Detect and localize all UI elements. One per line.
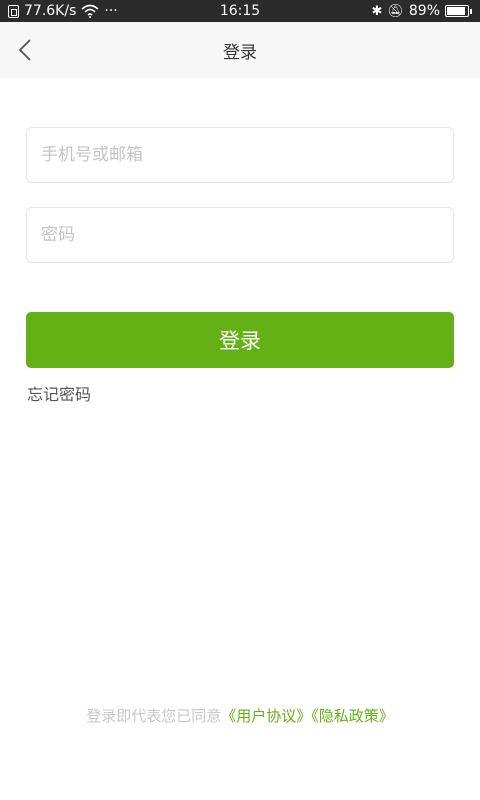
battery-body [445, 5, 469, 17]
agreement-notice: 登录即代表您已同意《用户协议》《隐私政策》 [0, 705, 480, 726]
back-button[interactable] [10, 34, 40, 66]
login-button[interactable]: 登录 [26, 312, 454, 368]
sim-icon [8, 4, 19, 18]
battery-fill [447, 7, 465, 15]
bluetooth-icon: ✱ [371, 3, 383, 19]
battery-tip [470, 8, 472, 14]
wifi-icon [81, 4, 99, 18]
password-input[interactable] [27, 208, 453, 262]
chevron-left-icon [18, 39, 31, 61]
privacy-policy-link[interactable]: 《隐私政策》 [311, 707, 394, 725]
status-left: 77.6K/s ··· [8, 3, 118, 19]
mute-icon: 🔕︎ [387, 3, 404, 19]
password-field [26, 207, 454, 263]
status-bar: 77.6K/s ··· 16:15 ✱ 🔕︎ 89% [0, 0, 480, 22]
battery-icon [445, 5, 472, 17]
account-input[interactable] [27, 128, 453, 182]
page-title: 登录 [223, 42, 257, 63]
network-speed: 77.6K/s [24, 3, 77, 19]
nav-bar: 登录 [0, 22, 480, 78]
battery-percent: 89% [408, 3, 440, 19]
user-agreement-link[interactable]: 《用户协议》 [221, 707, 311, 725]
forgot-password-link[interactable]: 忘记密码 [27, 381, 91, 405]
agreement-prefix: 登录即代表您已同意 [86, 707, 222, 725]
status-right: ✱ 🔕︎ 89% [371, 3, 472, 19]
more-dots: ··· [104, 3, 118, 19]
account-field [26, 127, 454, 183]
